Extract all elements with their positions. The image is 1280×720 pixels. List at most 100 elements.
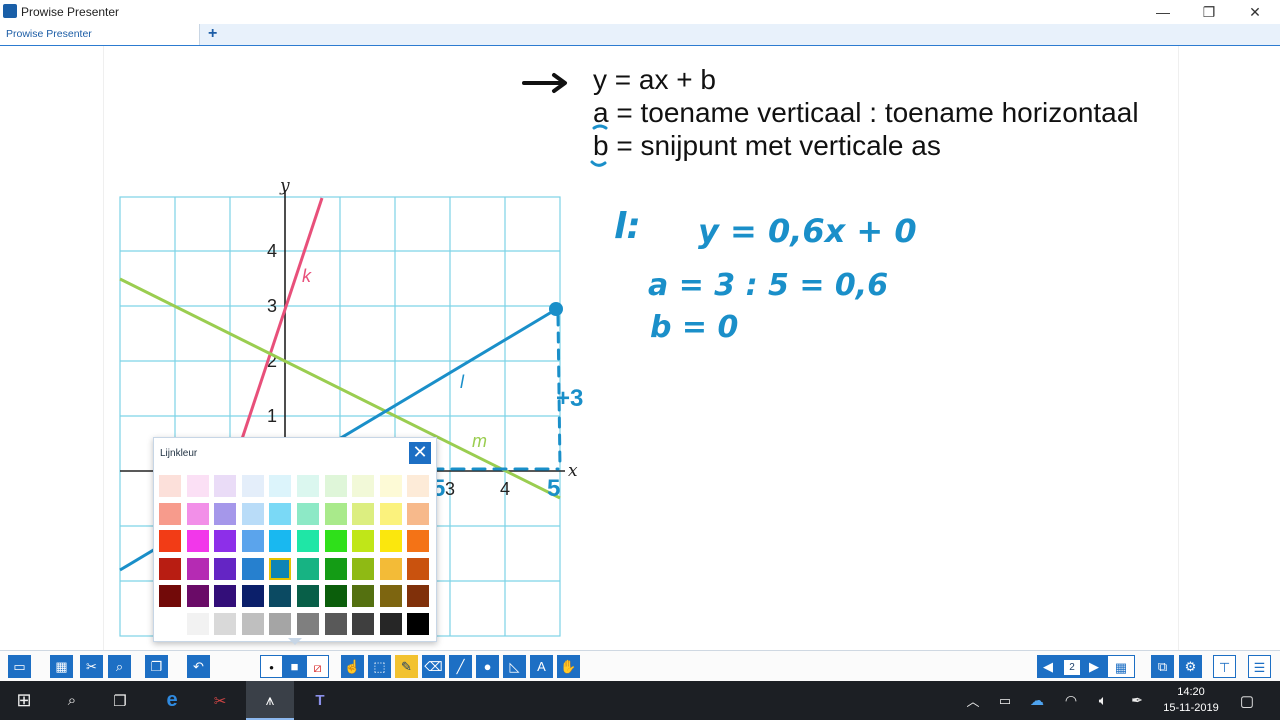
minimize-button[interactable]: — [1140,0,1186,24]
color-swatch[interactable] [269,530,292,553]
folder-icon[interactable]: ▭ [8,655,31,678]
color-swatch[interactable] [241,530,264,553]
pages-icon[interactable]: ❐ [145,655,168,678]
color-swatch[interactable] [159,613,181,635]
tab-prowise-presenter[interactable]: Prowise Presenter [0,24,200,45]
color-swatch[interactable] [297,585,319,608]
color-swatch[interactable] [269,613,292,635]
color-swatch[interactable] [214,502,237,525]
color-swatch[interactable] [379,475,402,497]
color-swatch[interactable] [214,475,237,497]
search-icon[interactable]: ⌕ [48,681,96,720]
wifi-icon[interactable]: ◠ [1058,681,1084,720]
undo-icon[interactable]: ↶ [187,655,210,678]
color-swatch[interactable] [269,585,292,608]
color-swatch[interactable] [159,475,181,497]
color-swatch[interactable] [407,475,430,497]
color-swatch[interactable] [379,502,402,525]
color-swatch[interactable] [407,613,430,635]
dot-size-small-icon[interactable]: • [260,655,283,678]
battery-icon[interactable]: ▭ [992,681,1018,720]
prowise-presenter-taskbar-icon[interactable]: ⩚ [246,681,294,720]
menu-icon[interactable]: ☰ [1248,655,1271,678]
color-swatch[interactable] [407,585,430,608]
circle-icon[interactable]: ● [476,655,499,678]
color-swatch[interactable] [379,557,402,580]
color-swatch[interactable] [379,613,402,635]
color-swatch[interactable] [269,502,292,525]
color-swatch[interactable] [214,613,237,635]
color-swatch[interactable] [324,585,347,608]
search-icon[interactable]: ⌕ [108,655,131,678]
color-swatch[interactable] [186,585,209,608]
color-swatch[interactable] [159,502,181,525]
color-swatch[interactable] [352,613,375,635]
color-swatch[interactable] [186,530,209,553]
select-icon[interactable]: ⬚ [368,655,391,678]
taskbar-clock[interactable]: 14:20 15-11-2019 [1156,684,1226,716]
color-swatch[interactable] [407,502,430,525]
restore-button[interactable]: ❐ [1186,0,1232,24]
chevron-up-icon[interactable]: ︿ [960,681,986,720]
color-swatch[interactable] [297,475,319,497]
color-swatch[interactable] [352,557,375,580]
color-swatch[interactable] [186,613,209,635]
color-swatch[interactable] [324,557,347,580]
color-swatch[interactable] [297,502,319,525]
color-swatch[interactable] [241,502,264,525]
close-window-button[interactable]: ✕ [1232,0,1278,24]
tools-icon[interactable]: ✂ [80,655,103,678]
color-swatch[interactable] [407,557,430,580]
color-swatch[interactable] [241,475,264,497]
color-swatch[interactable] [241,613,264,635]
color-swatch[interactable] [324,613,347,635]
panel-close-button[interactable]: ✕ [409,442,431,464]
color-swatch[interactable] [269,475,292,497]
notifications-icon[interactable]: ▢ [1232,681,1262,720]
color-swatch[interactable] [379,585,402,608]
presentation-icon[interactable]: ⊤ [1213,655,1236,678]
color-swatch[interactable] [159,557,181,580]
color-swatch[interactable] [379,530,402,553]
volume-icon[interactable]: 🔈︎ [1090,681,1116,720]
eraser-icon[interactable]: ⌫ [422,655,445,678]
color-swatch[interactable] [186,557,209,580]
color-swatch[interactable] [214,530,237,553]
color-swatch[interactable] [352,530,375,553]
color-swatch[interactable] [297,530,319,553]
page-number[interactable]: 2 [1063,659,1081,676]
color-swatch[interactable] [352,585,375,608]
color-swatch[interactable] [186,475,209,497]
pointer-icon[interactable]: ☝ [341,655,364,678]
images-icon[interactable]: ▦ [50,655,73,678]
color-swatch[interactable] [352,475,375,497]
line-icon[interactable]: ╱ [449,655,472,678]
network-icon[interactable]: ⧉ [1151,655,1174,678]
windows-start-icon[interactable]: ⊞ [0,681,48,720]
color-swatch[interactable] [352,502,375,525]
color-swatch[interactable] [159,585,181,608]
edge-browser-icon[interactable]: e [148,681,196,720]
prev-page-icon[interactable]: ◀ [1038,655,1058,678]
no-fill-icon[interactable]: ⧄ [306,655,329,678]
snipping-tool-icon[interactable]: ✂ [196,681,244,720]
pen-icon[interactable]: ✒ [1124,681,1150,720]
next-page-icon[interactable]: ▶ [1084,655,1104,678]
dot-size-large-icon[interactable]: ■ [283,655,306,678]
color-swatch[interactable] [186,502,209,525]
color-swatch[interactable] [324,530,347,553]
settings-icon[interactable]: ⚙ [1179,655,1202,678]
ruler-icon[interactable]: ◺ [503,655,526,678]
color-swatch[interactable] [214,557,237,580]
color-swatch[interactable] [241,557,264,580]
text-icon[interactable]: A [530,655,553,678]
color-swatch[interactable] [324,502,347,525]
color-swatch[interactable] [297,557,319,580]
task-view-icon[interactable]: ❐ [96,681,144,720]
hand-icon[interactable]: ✋ [557,655,580,678]
color-swatch[interactable] [159,530,181,553]
color-swatch[interactable] [241,585,264,608]
highlighter-icon[interactable]: ✎ [395,655,418,678]
color-swatch[interactable] [214,585,237,608]
color-swatch[interactable] [297,613,319,635]
